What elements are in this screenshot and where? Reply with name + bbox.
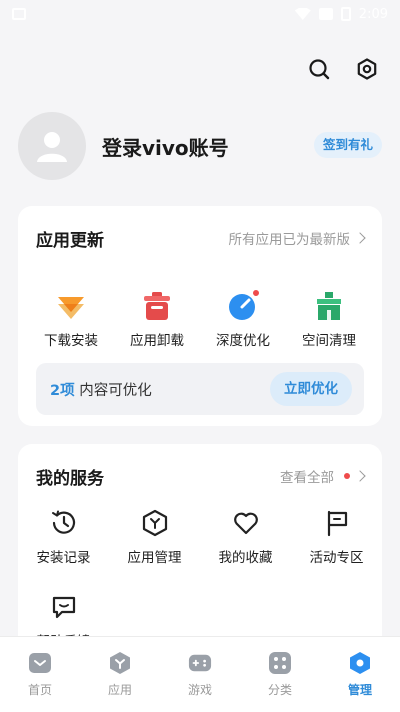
service-label: 应用管理	[127, 550, 182, 566]
login-label[interactable]: 登录vivo账号	[102, 132, 229, 161]
top-actions	[306, 56, 380, 82]
app-updates-header[interactable]: 应用更新 所有应用已为最新版	[18, 206, 382, 270]
update-status-link[interactable]: 所有应用已为最新版	[228, 228, 366, 248]
service-label: 活动专区	[309, 550, 364, 566]
tab-games[interactable]: 游戏	[160, 651, 240, 698]
tab-label: 首页	[27, 683, 52, 697]
app-manage-icon	[140, 508, 170, 538]
notification-icon	[12, 8, 26, 20]
category-icon	[268, 651, 292, 675]
tool-download-install[interactable]: 下载安装	[28, 290, 114, 349]
search-button[interactable]	[306, 56, 332, 82]
chevron-right-icon	[354, 232, 366, 244]
tool-label: 下载安装	[44, 333, 98, 349]
card-title: 我的服务	[36, 468, 104, 489]
tools-row: 下载安装 应用卸载 深度优化 空间清理	[18, 270, 382, 349]
signal-icon	[318, 8, 333, 20]
view-all-text: 查看全部	[280, 470, 334, 486]
tab-label: 应用	[107, 683, 132, 697]
service-install-history[interactable]: 安装记录	[18, 508, 109, 592]
tab-label: 管理	[347, 683, 372, 697]
view-all-link[interactable]: 查看全部	[280, 466, 366, 486]
home-icon	[28, 651, 52, 675]
bottom-tab-bar: 首页 应用 游戏 分类 管理	[0, 636, 400, 712]
optimize-now-button[interactable]: 立即优化	[270, 372, 352, 406]
tool-deep-optimize[interactable]: 深度优化	[200, 290, 286, 349]
status-indicators: 2:09	[294, 6, 388, 22]
my-services-header: 我的服务 查看全部	[18, 444, 382, 508]
status-time: 2:09	[358, 6, 388, 22]
space-clean-icon	[313, 290, 345, 322]
tool-label: 空间清理	[302, 333, 356, 349]
feedback-icon	[49, 592, 79, 622]
deep-optimize-icon	[227, 290, 259, 322]
gear-icon	[357, 58, 377, 80]
service-label: 安装记录	[36, 550, 91, 566]
signin-badge[interactable]: 签到有礼	[313, 132, 382, 158]
tab-label: 游戏	[187, 683, 212, 697]
apps-icon	[108, 651, 132, 675]
tool-uninstall[interactable]: 应用卸载	[114, 290, 200, 349]
optimize-description: 内容可优化	[74, 382, 152, 399]
tool-label: 应用卸载	[130, 333, 184, 349]
optimize-text: 2项 内容可优化	[50, 379, 152, 400]
tab-manage[interactable]: 管理	[320, 651, 400, 698]
user-icon	[37, 132, 67, 162]
avatar[interactable]	[18, 112, 86, 180]
service-app-manage[interactable]: 应用管理	[109, 508, 200, 592]
status-bar: 2:09	[0, 0, 400, 28]
tool-label: 深度优化	[216, 333, 270, 349]
download-install-icon	[55, 290, 87, 322]
tool-space-clean[interactable]: 空间清理	[286, 290, 372, 349]
wifi-icon	[294, 8, 311, 20]
optimize-bar: 2项 内容可优化 立即优化	[36, 363, 364, 415]
install-history-icon	[49, 508, 79, 538]
tab-home[interactable]: 首页	[0, 651, 80, 698]
service-label: 我的收藏	[218, 550, 273, 566]
update-status-text: 所有应用已为最新版	[228, 232, 351, 248]
flag-icon	[322, 508, 352, 538]
uninstall-icon	[141, 290, 173, 322]
battery-icon	[340, 7, 351, 21]
tab-category[interactable]: 分类	[240, 651, 320, 698]
settings-button[interactable]	[354, 56, 380, 82]
service-activities[interactable]: 活动专区	[291, 508, 382, 592]
tab-label: 分类	[267, 683, 292, 697]
chevron-right-icon	[354, 470, 366, 482]
manage-icon	[348, 651, 372, 675]
tab-apps[interactable]: 应用	[80, 651, 160, 698]
profile-section[interactable]: 登录vivo账号 签到有礼	[18, 110, 382, 182]
badge-dot	[344, 473, 350, 479]
search-icon	[309, 59, 330, 80]
optimize-count: 2项	[50, 382, 75, 399]
service-favorites[interactable]: 我的收藏	[200, 508, 291, 592]
heart-icon	[231, 508, 261, 538]
card-title: 应用更新	[36, 230, 104, 251]
app-updates-card: 应用更新 所有应用已为最新版 下载安装 应用卸载 深度优化 空间清理 2项 内容…	[18, 206, 382, 426]
gamepad-icon	[188, 651, 212, 675]
